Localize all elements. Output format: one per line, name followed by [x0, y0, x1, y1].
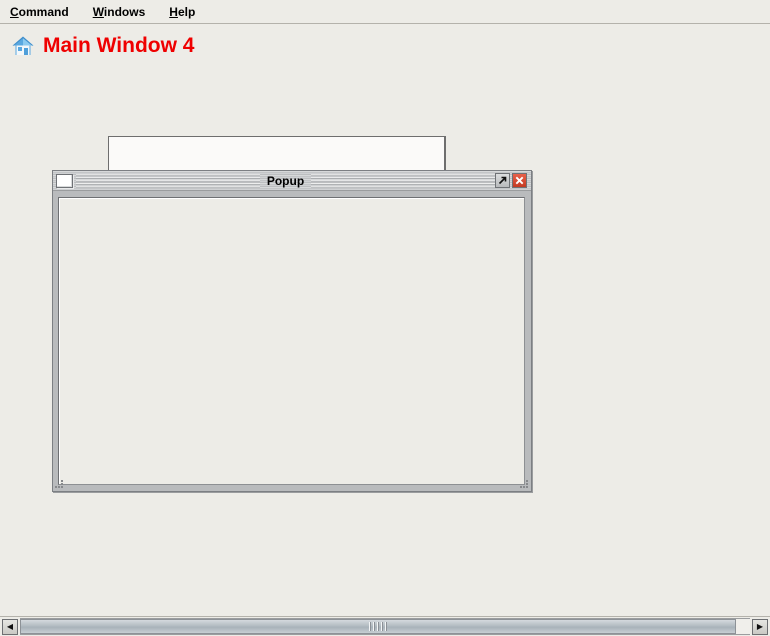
- menu-command-rest: ommand: [18, 4, 69, 19]
- popup-body: [53, 192, 531, 491]
- close-glyph: [515, 176, 524, 185]
- titlebar-stripes-left: [76, 171, 260, 190]
- window-menu-icon[interactable]: [56, 173, 73, 188]
- popup-title: Popup: [266, 173, 305, 188]
- maximize-glyph: [498, 176, 507, 185]
- menu-windows[interactable]: Windows: [89, 3, 156, 21]
- resize-grip-left-icon[interactable]: [55, 480, 64, 489]
- menu-command-mnemonic: C: [10, 4, 19, 19]
- main-window-header: Main Window 4: [0, 30, 770, 62]
- scroll-left-arrow-icon[interactable]: ◀: [2, 618, 18, 635]
- scrollbar-track[interactable]: [20, 618, 750, 635]
- home-icon: [12, 36, 34, 57]
- menu-help-rest: elp: [177, 4, 196, 19]
- resize-grip-right-icon[interactable]: [520, 480, 529, 489]
- titlebar-stripes-right: [311, 171, 495, 190]
- scroll-right-arrow-icon[interactable]: ▶: [752, 618, 768, 635]
- menu-help-mnemonic: H: [169, 4, 178, 19]
- menu-help[interactable]: Help: [165, 3, 205, 21]
- scrollbar-thumb[interactable]: [20, 619, 736, 634]
- menu-windows-mnemonic: W: [92, 4, 104, 19]
- horizontal-scrollbar[interactable]: ◀ ▶: [0, 616, 770, 636]
- maximize-arrow-icon[interactable]: [495, 173, 511, 188]
- menu-windows-rest: indows: [103, 4, 146, 19]
- close-x-icon[interactable]: [512, 173, 528, 188]
- page-title: Main Window 4: [43, 34, 195, 57]
- popup-titlebar[interactable]: Popup: [53, 171, 531, 191]
- menu-command[interactable]: Command: [6, 3, 79, 21]
- grip-lines-icon: [369, 622, 387, 631]
- popup-content-area[interactable]: [58, 197, 525, 485]
- menu-bar: Command Windows Help: [0, 0, 770, 24]
- popup-window[interactable]: Popup: [52, 170, 532, 492]
